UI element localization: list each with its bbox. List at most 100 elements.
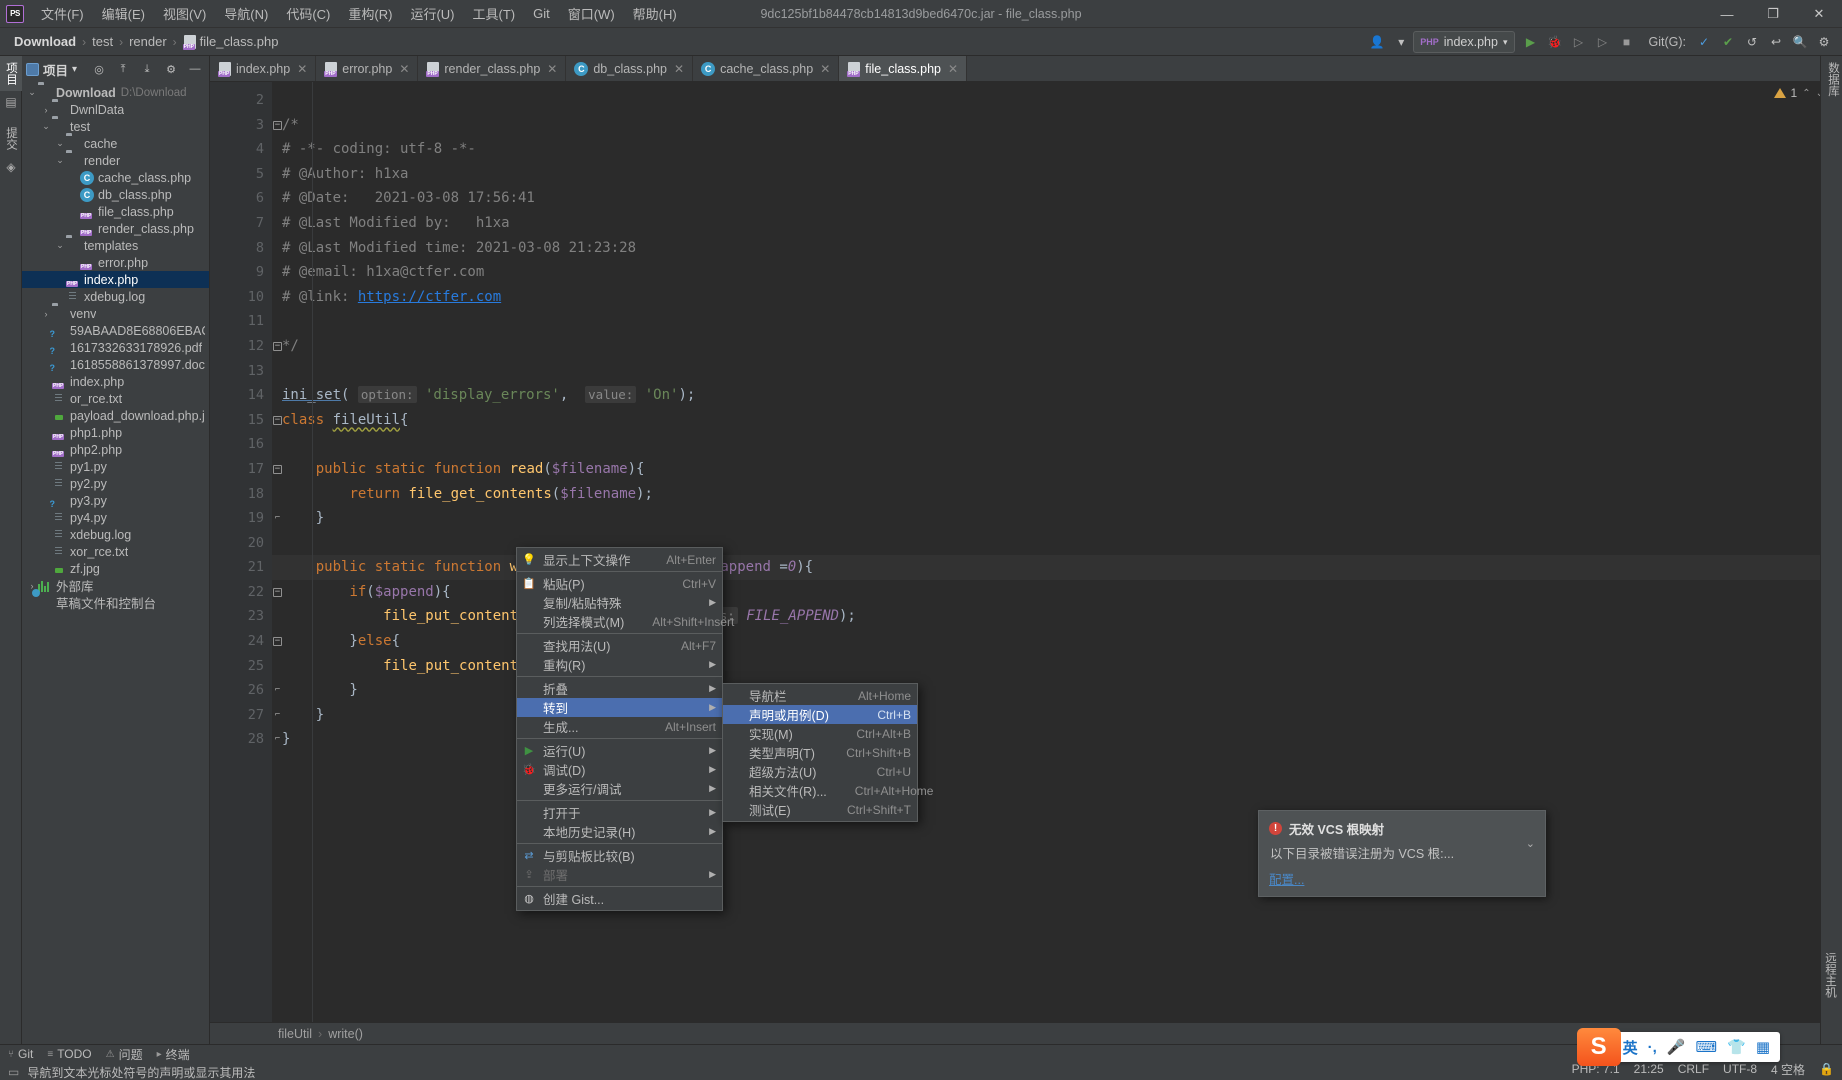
tree-node[interactable]: index.php bbox=[22, 271, 209, 288]
tree-node[interactable]: file_class.php bbox=[22, 203, 209, 220]
prev-problem-icon[interactable]: ⌃ bbox=[1802, 88, 1810, 99]
line-number[interactable]: 3− bbox=[210, 113, 282, 138]
status-indicator-2[interactable]: CRLF bbox=[1678, 1062, 1709, 1076]
tree-node[interactable]: 1618558861378997.doc bbox=[22, 356, 209, 373]
tree-node[interactable]: ⌄ cache bbox=[22, 135, 209, 152]
goto-submenu-item-5[interactable]: 相关文件(R)... Ctrl+Alt+Home bbox=[723, 781, 933, 800]
sogou-logo-icon[interactable]: S bbox=[1576, 1028, 1621, 1066]
code-line[interactable]: if($append){ bbox=[272, 580, 1842, 605]
menu-item-8[interactable]: Git bbox=[524, 2, 559, 25]
tree-node[interactable]: or_rce.txt bbox=[22, 390, 209, 407]
tree-node[interactable]: py2.py bbox=[22, 475, 209, 492]
line-number[interactable]: 16 bbox=[210, 432, 272, 457]
tree-node[interactable]: ⌄ templates bbox=[22, 237, 209, 254]
context-menu-item-20[interactable]: ⇄ 与剪贴板比较(B) bbox=[517, 846, 722, 865]
context-menu-item-7[interactable]: 重构(R) ▶ bbox=[517, 655, 722, 674]
code-line[interactable]: # @link: https://ctfer.com bbox=[272, 285, 1842, 310]
menu-item-0[interactable]: 文件(F) bbox=[32, 0, 93, 27]
tree-node[interactable]: Cdb_class.php bbox=[22, 186, 209, 203]
status-indicator-4[interactable]: 4 空格 bbox=[1771, 1061, 1805, 1078]
tree-node[interactable]: › venv bbox=[22, 305, 209, 322]
stop-button[interactable]: ■ bbox=[1615, 30, 1639, 54]
tree-node[interactable]: xor_rce.txt bbox=[22, 543, 209, 560]
close-icon[interactable]: ✕ bbox=[399, 62, 409, 76]
editor-context-menu[interactable]: 💡 显示上下文操作 Alt+Enter 📋 粘贴(P) Ctrl+V 复制/粘贴特殊 ▶ 列选择… bbox=[516, 547, 734, 911]
tree-node[interactable]: py1.py bbox=[22, 458, 209, 475]
git-commit-button[interactable]: ✔ bbox=[1716, 30, 1740, 54]
line-number[interactable]: 20 bbox=[210, 531, 272, 556]
status-tool-问题[interactable]: ⚠ 问题 bbox=[106, 1046, 143, 1063]
line-number[interactable]: 23 bbox=[210, 604, 272, 629]
chevron-down-icon[interactable]: ⌄ bbox=[54, 237, 66, 254]
goto-submenu-item-1[interactable]: 声明或用例(D) Ctrl+B bbox=[723, 705, 917, 724]
code-line[interactable] bbox=[272, 432, 1842, 457]
breadcrumb-item-1[interactable]: test bbox=[88, 32, 117, 51]
code-line[interactable]: public static function write($filename, … bbox=[272, 555, 1842, 580]
favorites-icon[interactable]: ▤ bbox=[0, 91, 22, 113]
code-line[interactable]: file_put_contents($filename, $data); bbox=[272, 654, 1842, 679]
close-button[interactable]: ✕ bbox=[1796, 0, 1842, 28]
tree-node[interactable]: ⌄ Download D:\Download bbox=[22, 84, 209, 101]
context-menu-item-13[interactable]: ▶ 运行(U) ▶ bbox=[517, 741, 722, 760]
editor-tab-cache_class-php[interactable]: Ccache_class.php ✕ bbox=[693, 56, 840, 81]
goto-submenu-item-3[interactable]: 类型声明(T) Ctrl+Shift+B bbox=[723, 743, 917, 762]
status-indicator-3[interactable]: UTF-8 bbox=[1723, 1062, 1757, 1076]
code-line[interactable]: # -*- coding: utf-8 -*- bbox=[272, 137, 1842, 162]
line-number[interactable]: 15− bbox=[210, 408, 282, 433]
goto-submenu-item-2[interactable]: 实现(M) Ctrl+Alt+B bbox=[723, 724, 917, 743]
line-number[interactable]: 13 bbox=[210, 359, 272, 384]
debug-button[interactable]: 🐞 bbox=[1543, 30, 1567, 54]
line-number[interactable]: 28 ⌐ bbox=[210, 727, 280, 752]
breadcrumb-item-0[interactable]: Download bbox=[10, 32, 80, 51]
git-rollback-button[interactable]: ↩ bbox=[1764, 30, 1788, 54]
breadcrumb-method[interactable]: write() bbox=[328, 1027, 363, 1041]
breadcrumb-item-3[interactable]: file_class.php bbox=[179, 32, 283, 51]
code-line[interactable]: # @email: h1xa@ctfer.com bbox=[272, 260, 1842, 285]
editor-tab-render_class-php[interactable]: render_class.php ✕ bbox=[418, 56, 567, 81]
line-number[interactable]: 26 ⌐ bbox=[210, 678, 280, 703]
menu-item-6[interactable]: 运行(U) bbox=[401, 0, 463, 27]
settings-gear-icon[interactable]: ⚙ bbox=[1812, 30, 1836, 54]
context-menu-item-3[interactable]: 复制/粘贴特殊 ▶ bbox=[517, 593, 722, 612]
minimize-button[interactable]: — bbox=[1704, 0, 1750, 28]
code-line[interactable]: } bbox=[272, 727, 1842, 752]
code-line[interactable]: } bbox=[272, 506, 1842, 531]
user-icon[interactable]: 👤 bbox=[1365, 30, 1389, 54]
rail-tab-commit[interactable]: 提交 bbox=[0, 121, 22, 156]
line-number[interactable]: 17− bbox=[210, 457, 282, 482]
tree-node[interactable]: Ccache_class.php bbox=[22, 169, 209, 186]
tree-node[interactable]: 1617332633178926.pdf bbox=[22, 339, 209, 356]
line-number[interactable]: 12− bbox=[210, 334, 282, 359]
code-line[interactable]: return file_get_contents($filename); bbox=[272, 482, 1842, 507]
close-icon[interactable]: ✕ bbox=[547, 62, 557, 76]
run-with-coverage-button[interactable]: ▷ bbox=[1567, 30, 1591, 54]
breadcrumb-item-2[interactable]: render bbox=[125, 32, 171, 51]
maximize-button[interactable]: ❐ bbox=[1750, 0, 1796, 28]
tree-node[interactable]: › DwnlData bbox=[22, 101, 209, 118]
ime-punctuation-icon[interactable]: ·, bbox=[1648, 1039, 1657, 1056]
collapse-all-icon[interactable]: ⤒ bbox=[113, 59, 133, 79]
inspection-widget[interactable]: 1 ⌃ ⌄ bbox=[1773, 86, 1824, 100]
tree-node[interactable]: ⌄ test bbox=[22, 118, 209, 135]
code-line[interactable]: }else{ bbox=[272, 629, 1842, 654]
rail-tab-remote-host[interactable]: 远程主机 bbox=[1818, 946, 1842, 1004]
code-line[interactable]: # @Last Modified time: 2021-03-08 21:23:… bbox=[272, 236, 1842, 261]
context-menu-item-10[interactable]: 转到 ▶ bbox=[517, 698, 722, 717]
code-line[interactable]: ini_set( option: 'display_errors', value… bbox=[272, 383, 1842, 408]
line-number[interactable]: 7 bbox=[210, 211, 272, 236]
git-history-button[interactable]: ↺ bbox=[1740, 30, 1764, 54]
tree-node[interactable]: 59ABAAD8E68806EBAC108B bbox=[22, 322, 209, 339]
close-icon[interactable]: ✕ bbox=[820, 62, 830, 76]
line-number[interactable]: 9 bbox=[210, 260, 272, 285]
context-menu-item-4[interactable]: 列选择模式(M) Alt+Shift+Insert bbox=[517, 612, 734, 631]
code-line[interactable]: file_put_contents($filename, $data, flag… bbox=[272, 604, 1842, 629]
vcs-notification[interactable]: ! 无效 VCS 根映射 以下目录被错误注册为 VCS 根:... 配置... … bbox=[1258, 810, 1546, 897]
code-line[interactable]: # @Author: h1xa bbox=[272, 162, 1842, 187]
code-line[interactable]: */ bbox=[272, 334, 1842, 359]
menu-item-7[interactable]: 工具(T) bbox=[463, 0, 524, 27]
close-icon[interactable]: ✕ bbox=[297, 62, 307, 76]
code-line[interactable] bbox=[272, 359, 1842, 384]
search-icon[interactable]: 🔍 bbox=[1788, 30, 1812, 54]
line-number[interactable]: 14 bbox=[210, 383, 272, 408]
context-menu-item-15[interactable]: 更多运行/调试 ▶ bbox=[517, 779, 722, 798]
